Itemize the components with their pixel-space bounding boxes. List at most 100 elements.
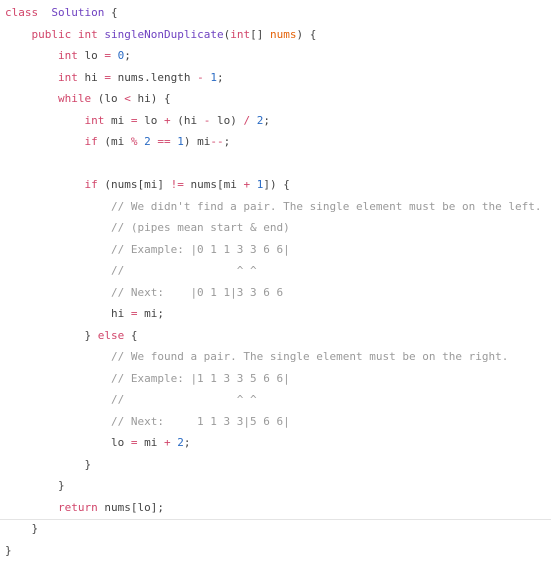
code-text	[5, 479, 58, 492]
code-text: ;	[124, 49, 131, 62]
code-text	[5, 436, 111, 449]
code-line: // We found a pair. The single element m…	[5, 346, 541, 368]
code-text	[5, 458, 84, 471]
code-text	[5, 393, 111, 406]
code-text: }	[84, 329, 97, 342]
code-line: if (nums[mi] != nums[mi + 1]) {	[5, 174, 541, 196]
code-text: ) {	[296, 28, 316, 41]
code-line	[5, 153, 541, 175]
number-literal: 2	[144, 135, 151, 148]
code-text	[5, 114, 84, 127]
code-line: // Example: |1 1 3 3 5 6 6|	[5, 368, 541, 390]
code-text	[5, 264, 111, 277]
operator: ==	[157, 135, 170, 148]
code-text	[5, 522, 32, 535]
identifier: Solution	[51, 6, 104, 19]
comment: // We found a pair. The single element m…	[111, 350, 508, 363]
code-text: lo	[137, 114, 164, 127]
code-text	[5, 71, 58, 84]
keyword: while	[58, 92, 91, 105]
code-text: (nums[mi]	[98, 178, 171, 191]
code-line: // ^ ^	[5, 389, 541, 411]
code-line: while (lo < hi) {	[5, 88, 541, 110]
code-text: ;	[184, 436, 191, 449]
keyword: else	[98, 329, 125, 342]
code-text: }	[32, 522, 39, 535]
code-line: }	[5, 518, 541, 540]
keyword: class	[5, 6, 38, 19]
code-text: ;	[263, 114, 270, 127]
keyword: return	[58, 501, 98, 514]
code-text	[5, 92, 58, 105]
code-text	[250, 178, 257, 191]
code-text: {	[104, 6, 117, 19]
code-text: lo	[111, 436, 131, 449]
code-text	[38, 6, 51, 19]
operator: !=	[171, 178, 184, 191]
comment: // Next: |0 1 1|3 3 6 6	[111, 286, 283, 299]
number-literal: 1	[177, 135, 184, 148]
code-text	[5, 28, 32, 41]
number-literal: 2	[177, 436, 184, 449]
code-text: nums.length	[111, 71, 197, 84]
code-line: lo = mi + 2;	[5, 432, 541, 454]
code-text	[5, 501, 58, 514]
code-text: (mi	[98, 135, 131, 148]
code-line: if (mi % 2 == 1) mi--;	[5, 131, 541, 153]
code-text	[5, 243, 111, 256]
operator: =	[104, 71, 111, 84]
code-text: ;	[224, 135, 231, 148]
code-line: // We didn't find a pair. The single ele…	[5, 196, 541, 218]
parameter: nums	[270, 28, 297, 41]
code-text	[5, 372, 111, 385]
code-line: // Next: 1 1 3 3|5 6 6|	[5, 411, 541, 433]
code-text: nums[lo];	[98, 501, 164, 514]
code-text: (lo	[91, 92, 124, 105]
code-text	[5, 329, 84, 342]
keyword: int	[84, 114, 104, 127]
code-text: nums[mi	[184, 178, 244, 191]
keyword: if	[84, 178, 97, 191]
code-line: } else {	[5, 325, 541, 347]
code-text: lo)	[210, 114, 243, 127]
code-text: }	[84, 458, 91, 471]
code-line: // (pipes mean start & end)	[5, 217, 541, 239]
code-block: class Solution { public int singleNonDup…	[5, 2, 541, 561]
operator: +	[164, 114, 171, 127]
comment: // Example: |1 1 3 3 5 6 6|	[111, 372, 290, 385]
operator: -	[197, 71, 204, 84]
code-line: return nums[lo];	[5, 497, 541, 519]
operator: <	[124, 92, 131, 105]
code-text	[5, 200, 111, 213]
code-text	[111, 49, 118, 62]
code-text	[5, 135, 84, 148]
code-text: hi	[78, 71, 105, 84]
code-line: public int singleNonDuplicate(int[] nums…	[5, 24, 541, 46]
keyword: int	[58, 71, 78, 84]
code-line: int lo = 0;	[5, 45, 541, 67]
keyword: public	[32, 28, 72, 41]
number-literal: 1	[210, 71, 217, 84]
comment: // Next: 1 1 3 3|5 6 6|	[111, 415, 290, 428]
keyword: if	[84, 135, 97, 148]
code-text: hi) {	[131, 92, 171, 105]
code-text	[5, 286, 111, 299]
keyword: int	[78, 28, 98, 41]
comment: // (pipes mean start & end)	[111, 221, 290, 234]
operator: +	[164, 436, 171, 449]
code-text: lo	[78, 49, 105, 62]
code-line: // Example: |0 1 1 3 3 6 6|	[5, 239, 541, 261]
comment: // We didn't find a pair. The single ele…	[111, 200, 541, 213]
code-line: // ^ ^	[5, 260, 541, 282]
code-text: {	[124, 329, 137, 342]
code-text: ;	[217, 71, 224, 84]
code-text: mi	[104, 114, 131, 127]
code-line: }	[5, 475, 541, 497]
code-text: mi	[137, 436, 164, 449]
identifier: singleNonDuplicate	[104, 28, 223, 41]
code-text	[71, 28, 78, 41]
code-line: int hi = nums.length - 1;	[5, 67, 541, 89]
code-line: }	[5, 454, 541, 476]
code-text: []	[250, 28, 270, 41]
code-line: // Next: |0 1 1|3 3 6 6	[5, 282, 541, 304]
